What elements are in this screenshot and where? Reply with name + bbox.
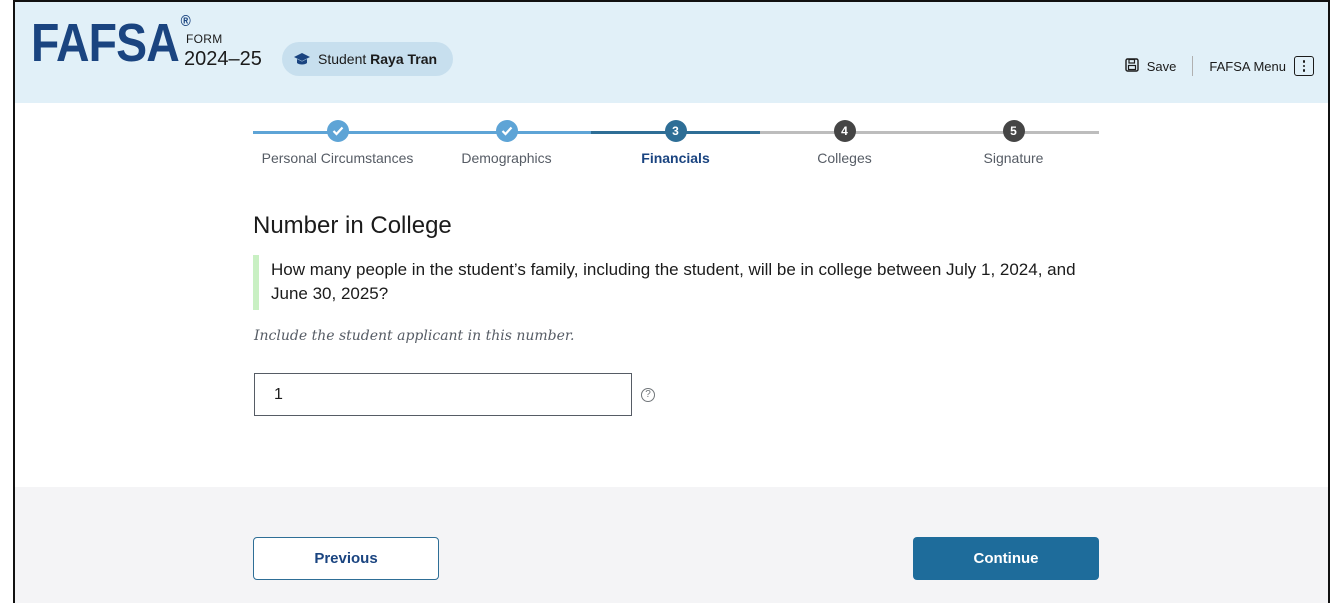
kebab-menu-icon xyxy=(1294,56,1314,76)
step-demographics: Demographics xyxy=(422,120,591,166)
step-label: Financials xyxy=(641,150,710,166)
previous-button[interactable]: Previous xyxy=(253,537,439,580)
page-frame: FAFSA ® FORM 2024–25 Student Raya Tran S… xyxy=(13,0,1330,603)
step-number: 3 xyxy=(664,120,687,142)
form-footer: Previous Continue xyxy=(15,487,1328,603)
step-number: 5 xyxy=(1002,120,1025,142)
progress-stepper: Personal Circumstances Demographics 3 Fi… xyxy=(253,120,1099,180)
student-badge: Student Raya Tran xyxy=(282,42,454,76)
step-personal-circumstances: Personal Circumstances xyxy=(253,120,422,166)
continue-button[interactable]: Continue xyxy=(913,537,1099,580)
student-name: Raya Tran xyxy=(370,51,438,67)
step-label: Signature xyxy=(983,150,1044,166)
step-number: 4 xyxy=(833,120,856,142)
step-label: Demographics xyxy=(461,150,552,166)
fafsa-logo[interactable]: FAFSA ® xyxy=(31,14,191,71)
question-text: How many people in the student’s family,… xyxy=(253,255,1101,310)
step-financials: 3 Financials xyxy=(591,120,760,166)
floppy-disk-icon xyxy=(1125,57,1139,75)
step-signature: 5 Signature xyxy=(929,120,1098,166)
step-label: Personal Circumstances xyxy=(261,150,414,166)
header-actions: Save FAFSA Menu xyxy=(1125,56,1314,76)
check-icon xyxy=(495,120,518,142)
student-badge-text: Student Raya Tran xyxy=(318,51,438,67)
form-year: 2024–25 xyxy=(184,48,262,70)
hint-text: Include the student applicant in this nu… xyxy=(254,328,575,344)
app-header: FAFSA ® FORM 2024–25 Student Raya Tran S… xyxy=(15,2,1328,103)
check-icon xyxy=(326,120,349,142)
question-circle-icon[interactable]: ? xyxy=(641,388,655,402)
form-label: FORM xyxy=(186,32,223,46)
step-label: Colleges xyxy=(817,150,872,166)
graduation-cap-icon xyxy=(294,52,310,66)
number-in-college-input[interactable] xyxy=(254,373,632,416)
page-title: Number in College xyxy=(253,212,452,239)
fafsa-menu-label: FAFSA Menu xyxy=(1209,58,1286,74)
step-colleges: 4 Colleges xyxy=(760,120,929,166)
save-label: Save xyxy=(1146,58,1177,74)
save-button[interactable]: Save xyxy=(1125,56,1194,76)
fafsa-menu-button[interactable]: FAFSA Menu xyxy=(1209,56,1314,76)
